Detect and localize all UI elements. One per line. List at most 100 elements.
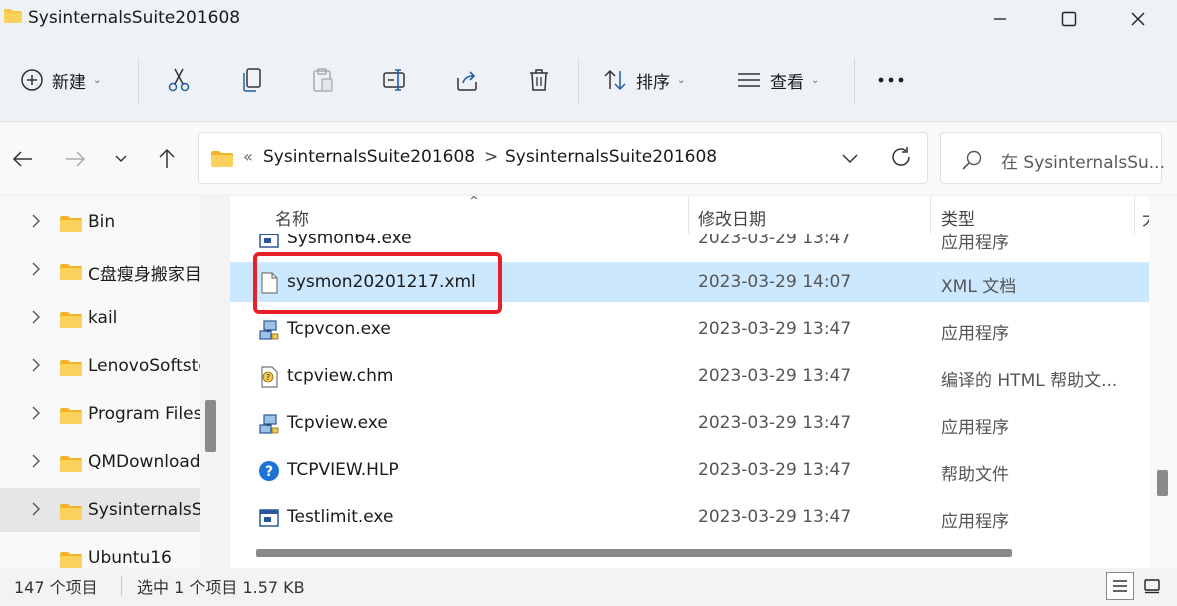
minimize-button[interactable] (977, 0, 1023, 38)
file-row[interactable]: ? TCPVIEW.HLP 2023-03-29 13:47 帮助文件 (230, 450, 1149, 490)
command-bar: 新建 ⌄ 排序 ⌄ 查看 ⌄ (0, 38, 1177, 122)
file-row[interactable]: Tcpvcon.exe 2023-03-29 13:47 应用程序 (230, 309, 1149, 349)
sort-button[interactable]: 排序 ⌄ (602, 60, 685, 100)
file-date: 2023-03-29 13:47 (698, 460, 852, 480)
file-row[interactable]: Tcpview.exe 2023-03-29 13:47 应用程序 (230, 403, 1149, 443)
column-header-row: ⌃ 名称 修改日期 类型 大 (230, 196, 1149, 234)
exe-icon (259, 509, 279, 527)
breadcrumb-item[interactable]: SysinternalsSuite201608 (505, 147, 717, 167)
search-icon (962, 150, 982, 170)
toolbar-divider (138, 58, 139, 104)
file-date: 2023-03-29 13:47 (698, 366, 852, 386)
toolbar-divider (578, 58, 579, 104)
sidebar-item-c-drive-cleanup[interactable]: C盘瘦身搬家目 (0, 248, 200, 292)
view-label: 查看 (770, 72, 804, 93)
sidebar-scrollbar-thumb[interactable] (205, 400, 216, 452)
refresh-button[interactable] (889, 145, 913, 173)
vertical-scrollbar-thumb[interactable] (1157, 470, 1168, 496)
chevron-right-icon[interactable] (30, 310, 42, 324)
maximize-button[interactable] (1046, 0, 1092, 38)
folder-icon (4, 9, 22, 23)
sidebar-item-label: LenovoSoftstore (88, 356, 200, 376)
sidebar-item-label: SysinternalsSuite (88, 500, 200, 520)
network-exe-icon (259, 320, 279, 340)
column-header-name[interactable]: 名称 (275, 205, 309, 230)
folder-icon (60, 312, 82, 328)
back-button[interactable] (8, 144, 38, 174)
chevron-right-icon[interactable] (30, 502, 42, 516)
plus-circle-icon (21, 69, 43, 91)
breadcrumb-overflow[interactable]: « (243, 147, 253, 166)
new-button[interactable]: 新建 ⌄ (20, 60, 101, 100)
column-divider[interactable] (930, 196, 931, 234)
folder-icon (60, 360, 82, 376)
chevron-right-icon[interactable] (30, 262, 42, 276)
horizontal-scrollbar-thumb[interactable] (256, 549, 1012, 557)
scissors-icon (168, 68, 190, 92)
file-date: 2023-03-29 13:47 (698, 319, 852, 339)
sidebar-item-qmdownload[interactable]: QMDownload (0, 440, 200, 484)
forward-button[interactable] (60, 144, 90, 174)
close-button[interactable] (1115, 0, 1161, 38)
column-header-size[interactable]: 大 (1142, 205, 1149, 230)
address-history-button[interactable] (841, 147, 859, 173)
large-icons-view-button[interactable] (1138, 572, 1166, 600)
column-header-type[interactable]: 类型 (941, 205, 975, 230)
sidebar-item-bin[interactable]: Bin (0, 200, 200, 244)
network-exe-icon (259, 414, 279, 434)
chevron-right-icon[interactable] (30, 358, 42, 372)
delete-button[interactable] (524, 60, 554, 100)
chevron-right-icon[interactable] (30, 214, 42, 228)
file-row[interactable]: ? tcpview.chm 2023-03-29 13:47 编译的 HTML … (230, 356, 1149, 396)
column-divider[interactable] (688, 196, 689, 234)
chevron-down-icon: ⌄ (677, 74, 686, 86)
copy-button[interactable] (237, 60, 267, 100)
sidebar-item-program-files[interactable]: Program Files (0, 392, 200, 436)
cut-button[interactable] (164, 60, 194, 100)
toolbar-divider (854, 58, 855, 104)
status-divider (121, 576, 122, 596)
refresh-icon (892, 147, 910, 166)
sidebar-item-ubuntu16[interactable]: Ubuntu16 (0, 536, 200, 568)
breadcrumb-separator[interactable]: > (484, 147, 498, 167)
share-icon (457, 71, 477, 91)
vertical-scroll-track[interactable] (1149, 196, 1177, 568)
sidebar-item-label: kail (88, 308, 118, 328)
file-row[interactable]: Testlimit.exe 2023-03-29 13:47 应用程序 (230, 497, 1149, 537)
sidebar-item-kail[interactable]: kail (0, 296, 200, 340)
file-type: XML 文档 (941, 277, 1017, 297)
selection-info: 选中 1 个项目 1.57 KB (137, 578, 305, 597)
column-header-date[interactable]: 修改日期 (698, 205, 766, 230)
share-button[interactable] (452, 60, 482, 100)
sidebar-item-sysinternalssuite[interactable]: SysinternalsSuite (0, 488, 200, 532)
column-divider[interactable] (1134, 196, 1135, 234)
copy-icon (243, 68, 261, 92)
close-icon (1131, 12, 1145, 26)
file-name: TCPVIEW.HLP (287, 460, 399, 480)
new-label: 新建 (52, 72, 86, 93)
more-options-button[interactable] (876, 60, 906, 100)
paste-button[interactable] (308, 60, 338, 100)
sidebar-item-lenovosoftstore[interactable]: LenovoSoftstore (0, 344, 200, 388)
view-button[interactable]: 查看 ⌄ (736, 60, 819, 100)
address-bar[interactable]: « SysinternalsSuite201608 > Sysinternals… (198, 132, 928, 184)
title-bar: SysinternalsSuite201608 (0, 0, 1177, 38)
sidebar-item-label: C盘瘦身搬家目 (88, 265, 200, 285)
folder-icon (60, 408, 82, 424)
recent-locations-button[interactable] (106, 144, 136, 174)
rename-button[interactable] (380, 60, 410, 100)
chevron-right-icon[interactable] (30, 454, 42, 468)
search-input[interactable]: 在 SysinternalsSu... (1001, 148, 1165, 173)
large-icons-view-icon (1144, 579, 1160, 594)
file-name: Testlimit.exe (287, 507, 394, 527)
sort-ascending-icon: ⌃ (468, 196, 480, 210)
chevron-right-icon[interactable] (30, 406, 42, 420)
list-view-icon (738, 73, 760, 87)
breadcrumb-item[interactable]: SysinternalsSuite201608 (263, 147, 475, 167)
file-type: 应用程序 (941, 418, 1009, 438)
details-view-button[interactable] (1106, 572, 1134, 600)
folder-icon (60, 216, 82, 232)
up-button[interactable] (152, 144, 182, 174)
search-box[interactable]: 在 SysinternalsSu... (940, 132, 1165, 184)
chm-help-icon: ? (261, 366, 278, 388)
